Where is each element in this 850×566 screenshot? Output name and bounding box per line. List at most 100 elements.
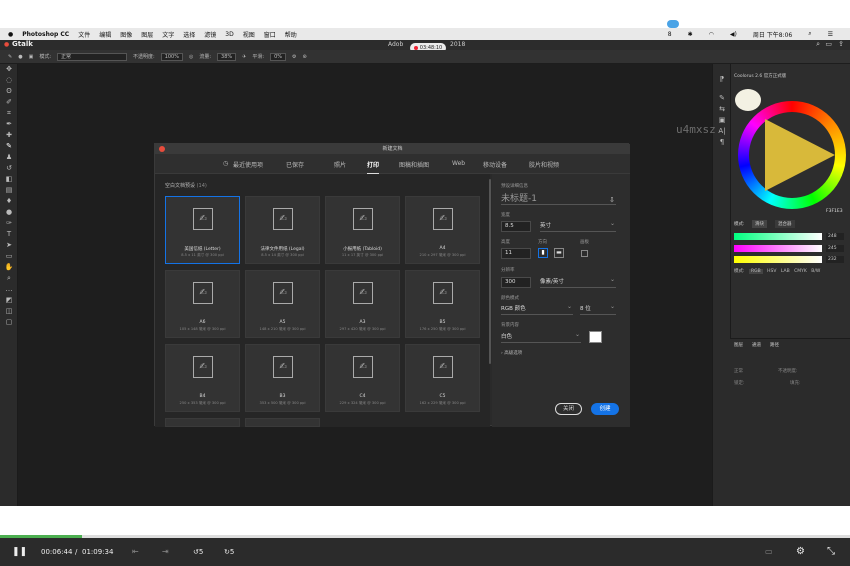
history-brush-icon[interactable]: ↺ xyxy=(0,163,18,174)
menu-type[interactable]: 文字 xyxy=(162,30,174,39)
color-swatches-icon[interactable]: ◩ xyxy=(0,295,18,306)
slider-g-value[interactable]: 245 xyxy=(826,245,844,252)
wifi-icon[interactable]: ◠ xyxy=(709,31,714,38)
background-color-swatch[interactable] xyxy=(589,331,602,343)
shape-tool-icon[interactable]: ▭ xyxy=(0,251,18,262)
menu-3d[interactable]: 3D xyxy=(225,31,233,38)
brush-preset-icon[interactable]: ● xyxy=(18,54,22,60)
close-button[interactable]: 关闭 xyxy=(555,403,582,415)
create-button[interactable]: 创建 xyxy=(591,403,619,415)
mode-bw[interactable]: B/W xyxy=(811,269,820,274)
slider-g[interactable] xyxy=(734,245,822,252)
portrait-icon[interactable]: ▮ xyxy=(538,248,548,258)
tab-mobile[interactable]: 移动设备 xyxy=(483,160,507,169)
tab-saved[interactable]: 已保存 xyxy=(286,160,304,169)
save-preset-icon[interactable]: ⇩ xyxy=(609,196,615,204)
more-tools-icon[interactable]: … xyxy=(0,284,18,295)
search-icon[interactable]: ⌕ xyxy=(816,40,820,49)
preset-tile[interactable]: ✍ 小报用纸 (Tabloid) 11 x 17 英寸 @ 300 ppi xyxy=(325,196,400,264)
tab-art[interactable]: 图稿和插图 xyxy=(399,160,429,169)
smooth-field[interactable]: 0% xyxy=(270,52,286,61)
tab-photo[interactable]: 照片 xyxy=(334,160,346,169)
history-panel-icon[interactable]: ⁋ xyxy=(713,74,731,85)
menu-select[interactable]: 选择 xyxy=(183,30,195,39)
artboard-checkbox[interactable] xyxy=(581,250,588,257)
notification-badge[interactable] xyxy=(667,20,679,28)
background-select[interactable]: 白色 xyxy=(501,329,581,343)
advanced-options-toggle[interactable]: › 高级选项 xyxy=(501,350,522,356)
paragraph-panel-icon[interactable]: ¶ xyxy=(713,137,731,148)
preset-tile[interactable]: ✍ A6 105 x 148 毫米 @ 300 ppi xyxy=(165,270,240,338)
next-icon[interactable]: ⇥ xyxy=(162,538,169,566)
dodge-icon[interactable]: ● xyxy=(0,207,18,218)
tab-recent[interactable]: 最近使用项 xyxy=(233,160,263,169)
tab-paths[interactable]: 路径 xyxy=(770,342,779,348)
landscape-icon[interactable]: ▬ xyxy=(554,248,564,258)
document-name-input[interactable]: 未标题-1 xyxy=(501,193,616,205)
eyedropper-icon[interactable]: ✒ xyxy=(0,119,18,130)
slider-r-value[interactable]: 248 xyxy=(826,233,844,240)
stamp-tool-icon[interactable]: ♟ xyxy=(0,152,18,163)
flow-field[interactable]: 38% xyxy=(217,52,237,61)
menu-image[interactable]: 图像 xyxy=(120,30,132,39)
preset-tile[interactable]: ✍ A4 210 x 297 毫米 @ 300 ppi xyxy=(405,196,480,264)
tab-film[interactable]: 胶片和视频 xyxy=(529,160,559,169)
menu-filter[interactable]: 滤镜 xyxy=(204,30,216,39)
menu-window[interactable]: 窗口 xyxy=(264,30,276,39)
tab-mixer[interactable]: 混合器 xyxy=(775,220,795,228)
preset-tile[interactable]: ✍ C4 229 x 324 毫米 @ 300 ppi xyxy=(325,344,400,412)
preset-tile[interactable]: ✍ B4 250 x 353 毫米 @ 300 ppi xyxy=(165,344,240,412)
gradient-icon[interactable]: ▤ xyxy=(0,185,18,196)
screen-mode-icon[interactable]: ▢ xyxy=(0,317,18,328)
volume-icon[interactable]: ◀) xyxy=(730,31,737,38)
subtitles-icon[interactable]: ▭ xyxy=(765,538,773,566)
menu-app-name[interactable]: Photoshop CC xyxy=(22,31,69,38)
tab-web[interactable]: Web xyxy=(452,160,465,167)
brush-panel-icon[interactable]: ✎ xyxy=(713,93,731,104)
preset-tile-partial[interactable] xyxy=(245,418,320,427)
menu-help[interactable]: 帮助 xyxy=(285,30,297,39)
settings-gear-icon[interactable]: ⚙ xyxy=(796,538,805,566)
tab-layers[interactable]: 图层 xyxy=(734,342,743,348)
menu-file[interactable]: 文件 xyxy=(78,30,90,39)
gear-icon[interactable]: ⚙ xyxy=(292,54,296,60)
path-select-icon[interactable]: ➤ xyxy=(0,240,18,251)
mode-rgb[interactable]: RGB xyxy=(748,269,763,274)
preset-tile[interactable]: ✍ A5 148 x 210 毫米 @ 300 ppi xyxy=(245,270,320,338)
mode-hsv[interactable]: HSV xyxy=(767,269,776,274)
apple-icon[interactable]: ● xyxy=(8,31,13,38)
tab-slider[interactable]: 滑块 xyxy=(752,220,767,228)
quick-select-icon[interactable]: ✐ xyxy=(0,97,18,108)
current-color-swatch[interactable] xyxy=(735,89,761,111)
tab-print[interactable]: 打印 xyxy=(367,160,380,174)
preset-tile[interactable]: ✍ A3 297 x 420 毫米 @ 300 ppi xyxy=(325,270,400,338)
mode-select[interactable]: 正常 xyxy=(57,52,127,61)
move-tool-icon[interactable]: ✥ xyxy=(0,64,18,75)
eraser-icon[interactable]: ◧ xyxy=(0,174,18,185)
blur-icon[interactable]: ♦ xyxy=(0,196,18,207)
width-unit-select[interactable]: 英寸 xyxy=(540,218,616,232)
slider-r[interactable] xyxy=(734,233,822,240)
skip-forward-icon[interactable]: ↻5 xyxy=(224,538,234,566)
preset-tile-partial[interactable] xyxy=(165,418,240,427)
preset-tile[interactable]: ✍ B3 353 x 500 毫米 @ 300 ppi xyxy=(245,344,320,412)
height-input[interactable]: 11 xyxy=(501,248,531,259)
preset-tile[interactable]: ✍ 法律文件用纸 (Legal) 8.5 x 14 英寸 @ 300 ppi xyxy=(245,196,320,264)
status-badge-8[interactable]: 8 xyxy=(668,31,672,38)
tab-channels[interactable]: 通道 xyxy=(752,342,761,348)
menu-view[interactable]: 视图 xyxy=(243,30,255,39)
skip-back-icon[interactable]: ↺5 xyxy=(193,538,203,566)
color-mode-select[interactable]: RGB 颜色 xyxy=(501,301,573,315)
search-icon[interactable]: ⌕ xyxy=(808,30,811,38)
hand-tool-icon[interactable]: ✋ xyxy=(0,262,18,273)
preset-tile[interactable]: ✍ B5 176 x 250 毫米 @ 300 ppi xyxy=(405,270,480,338)
pressure-opacity-icon[interactable]: ◎ xyxy=(189,54,193,60)
brush-tool-icon[interactable]: ✎ xyxy=(0,141,18,152)
prev-icon[interactable]: ⇤ xyxy=(132,538,139,566)
brush-tool-icon[interactable]: ✎ xyxy=(8,54,12,60)
zoom-tool-icon[interactable]: ⌕ xyxy=(0,273,18,284)
window-close-icon[interactable]: ● xyxy=(4,41,9,48)
bluetooth-icon[interactable]: ✱ xyxy=(688,31,693,38)
presets-scrollbar[interactable] xyxy=(489,179,491,364)
adjust-panel-icon[interactable]: ⇆ xyxy=(713,104,731,115)
